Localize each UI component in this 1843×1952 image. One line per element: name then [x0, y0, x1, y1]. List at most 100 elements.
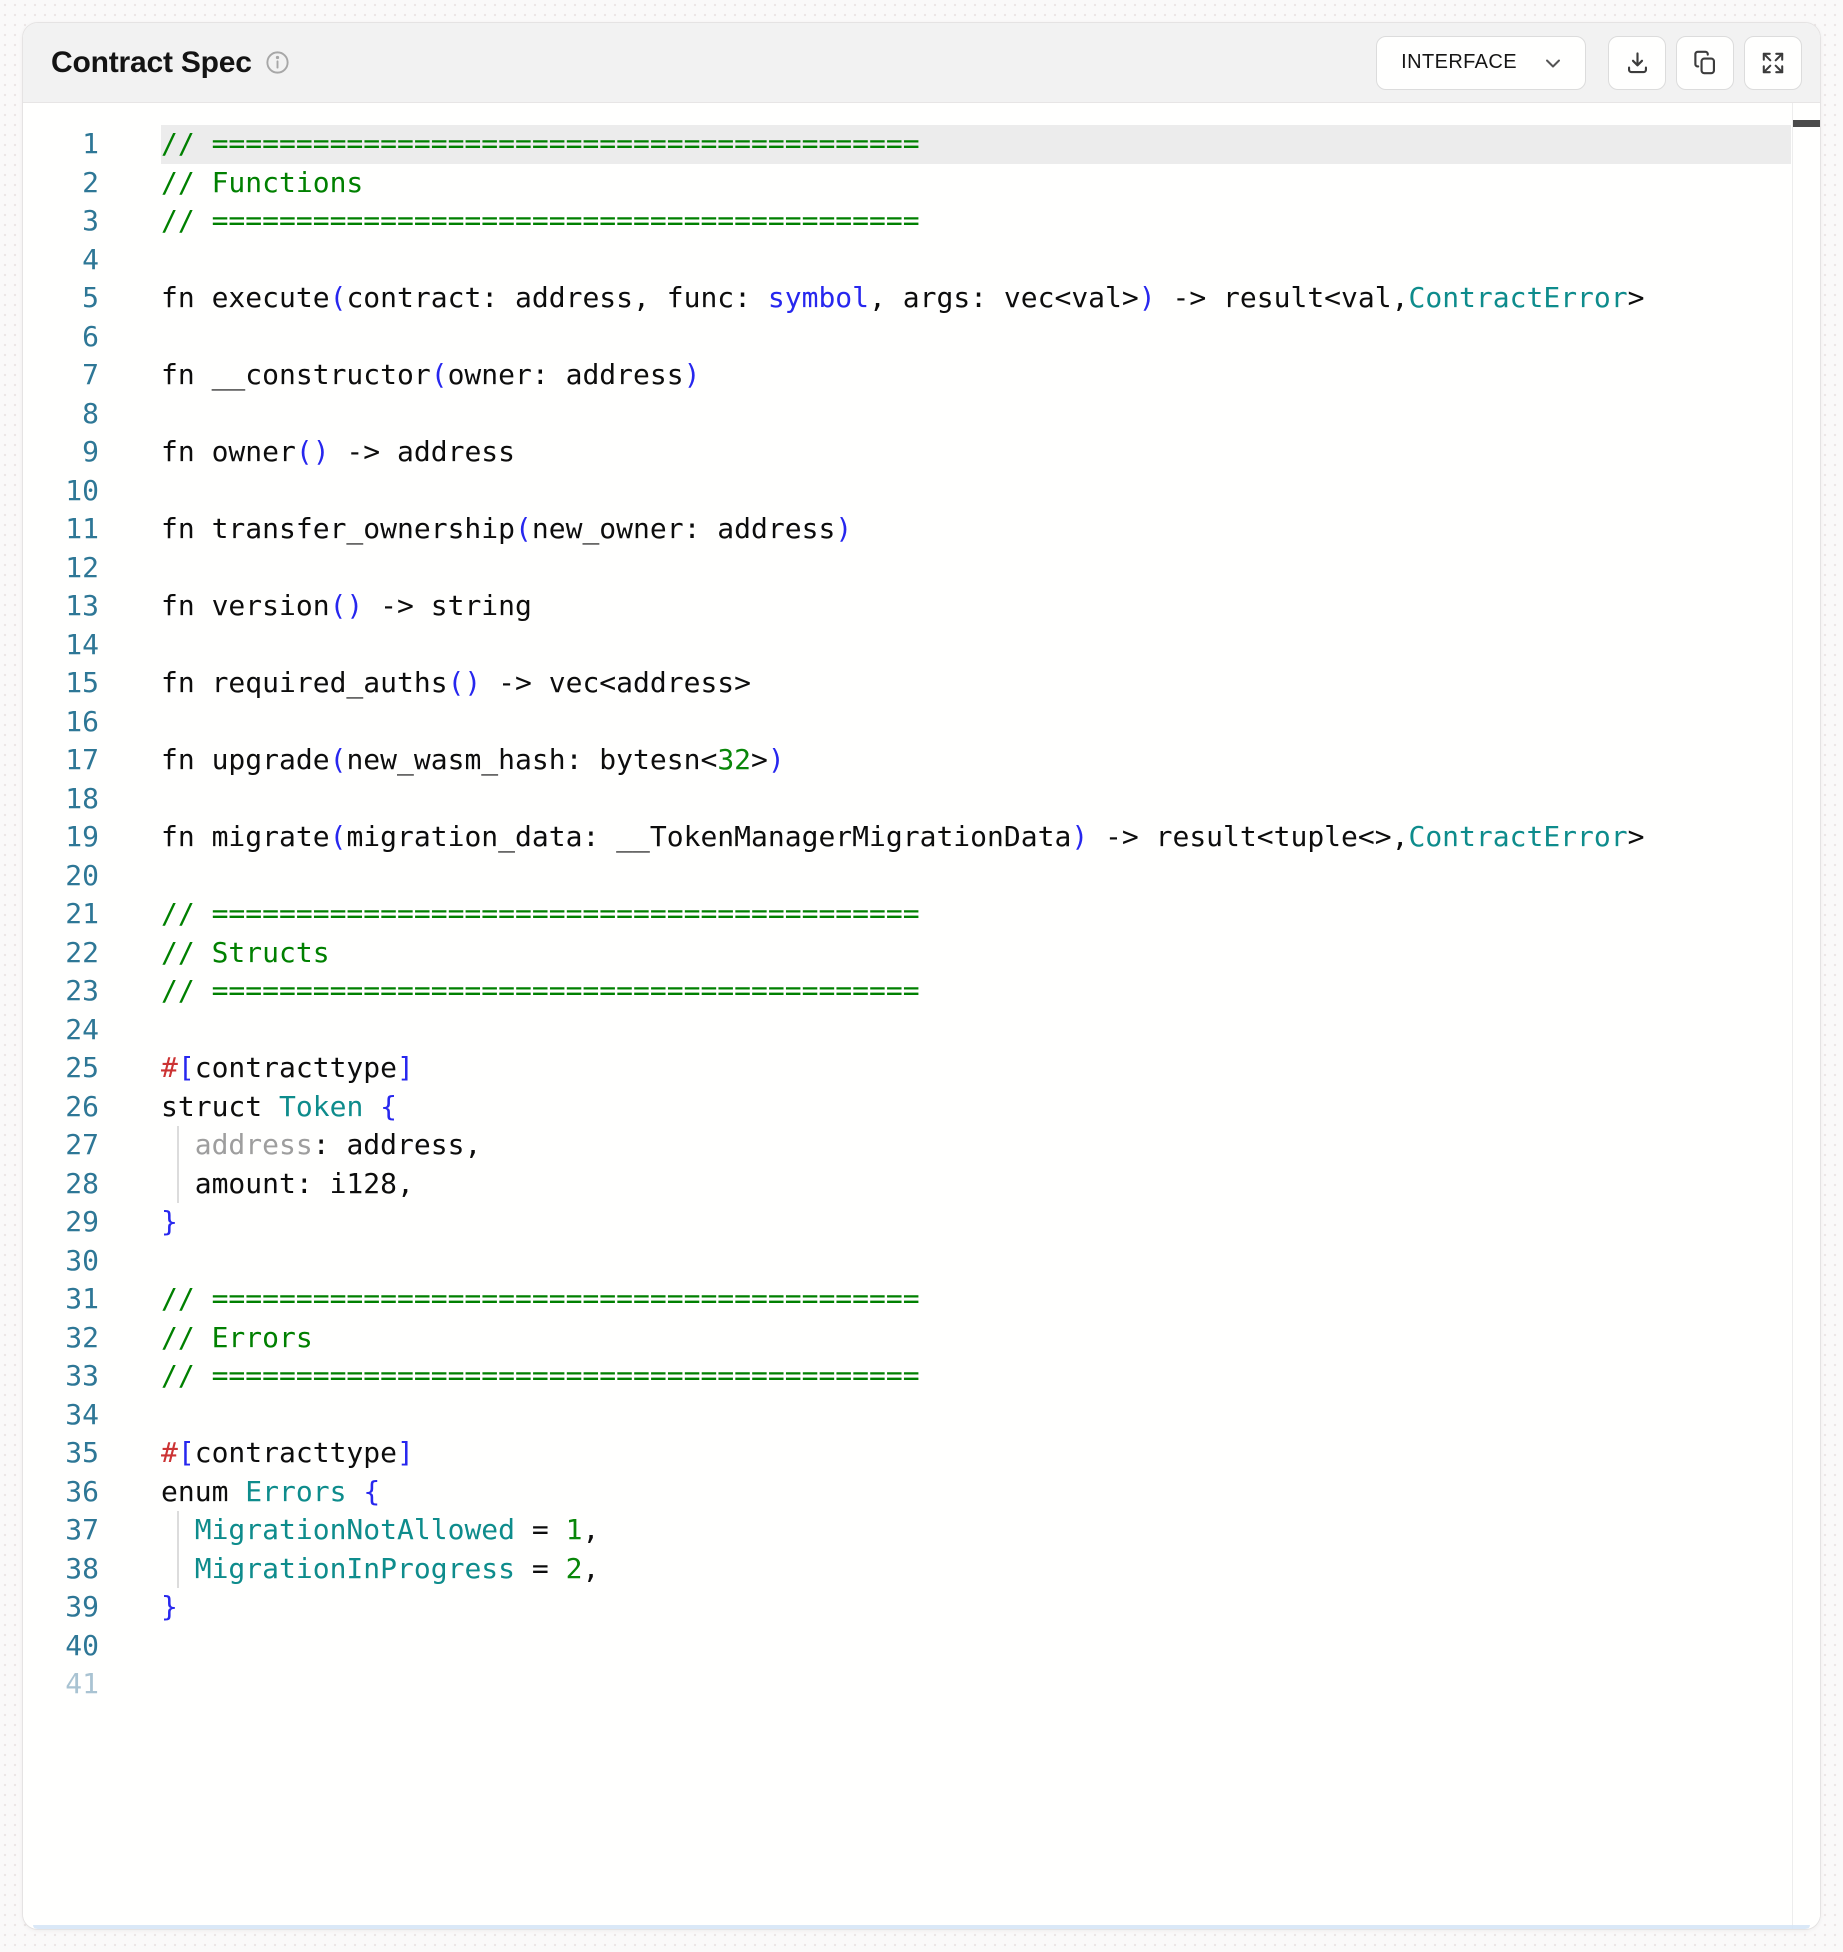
code-line: 30: [23, 1242, 1791, 1281]
code-text: // =====================================…: [99, 1357, 1791, 1396]
code-line: 5fn execute(contract: address, func: sym…: [23, 279, 1791, 318]
code-text: amount: i128,: [99, 1165, 1791, 1204]
line-number: 6: [23, 318, 99, 357]
code-text: fn execute(contract: address, func: symb…: [99, 279, 1791, 318]
line-number: 14: [23, 626, 99, 665]
code-text: fn version() -> string: [99, 587, 1791, 626]
line-number: 26: [23, 1088, 99, 1127]
line-number: 34: [23, 1396, 99, 1435]
code-text: [99, 626, 1791, 665]
code-line: 22// Structs: [23, 934, 1791, 973]
code-text: struct Token {: [99, 1088, 1791, 1127]
code-line: 8: [23, 395, 1791, 434]
panel-title: Contract Spec: [51, 46, 252, 80]
code-line: 32// Errors: [23, 1319, 1791, 1358]
code-text: [99, 1665, 1791, 1704]
code-line: 21// ===================================…: [23, 895, 1791, 934]
line-number: 31: [23, 1280, 99, 1319]
code-text: MigrationInProgress = 2,: [99, 1550, 1791, 1589]
code-text: MigrationNotAllowed = 1,: [99, 1511, 1791, 1550]
code-line: 26struct Token {: [23, 1088, 1791, 1127]
line-number: 30: [23, 1242, 99, 1281]
code-text: [99, 241, 1791, 280]
line-number: 32: [23, 1319, 99, 1358]
code-line: 38 MigrationInProgress = 2,: [23, 1550, 1791, 1589]
code-line: 20: [23, 857, 1791, 896]
code-text: [99, 1242, 1791, 1281]
code-text: fn __constructor(owner: address): [99, 356, 1791, 395]
code-line: 29}: [23, 1203, 1791, 1242]
code-line: 23// ===================================…: [23, 972, 1791, 1011]
line-number: 24: [23, 1011, 99, 1050]
code-text: [99, 1396, 1791, 1435]
interface-dropdown[interactable]: INTERFACE: [1376, 36, 1586, 90]
code-text: [99, 472, 1791, 511]
line-number: 5: [23, 279, 99, 318]
code-line: 4: [23, 241, 1791, 280]
fullscreen-icon: [1760, 50, 1786, 76]
scrollbar-track: [1792, 103, 1820, 1929]
line-number: 28: [23, 1165, 99, 1204]
code-text: #[contracttype]: [99, 1434, 1791, 1473]
line-number: 13: [23, 587, 99, 626]
code-line: 34: [23, 1396, 1791, 1435]
code-text: fn required_auths() -> vec<address>: [99, 664, 1791, 703]
line-number: 3: [23, 202, 99, 241]
download-button[interactable]: [1608, 36, 1666, 90]
code-line: 9fn owner() -> address: [23, 433, 1791, 472]
line-number: 10: [23, 472, 99, 511]
code-text: [99, 857, 1791, 896]
code-line: 11fn transfer_ownership(new_owner: addre…: [23, 510, 1791, 549]
code-text: enum Errors {: [99, 1473, 1791, 1512]
copy-icon: [1692, 49, 1719, 76]
line-number: 16: [23, 703, 99, 742]
code-text: // Structs: [99, 934, 1791, 973]
code-editor: 1// ====================================…: [23, 103, 1820, 1929]
line-number: 12: [23, 549, 99, 588]
line-number: 23: [23, 972, 99, 1011]
code-text: // =====================================…: [99, 1280, 1791, 1319]
code-text: address: address,: [99, 1126, 1791, 1165]
code-text: }: [99, 1203, 1791, 1242]
code-line: 31// ===================================…: [23, 1280, 1791, 1319]
panel-header: Contract Spec INTERFACE: [23, 23, 1820, 103]
code-line: 1// ====================================…: [23, 125, 1791, 164]
contract-spec-panel: Contract Spec INTERFACE: [22, 22, 1821, 1930]
code-text: // Functions: [99, 164, 1791, 203]
line-number: 7: [23, 356, 99, 395]
line-number: 38: [23, 1550, 99, 1589]
code-line: 6: [23, 318, 1791, 357]
line-number: 9: [23, 433, 99, 472]
code-line: 41: [23, 1665, 1791, 1704]
code-line: 24: [23, 1011, 1791, 1050]
line-number: 2: [23, 164, 99, 203]
line-number: 17: [23, 741, 99, 780]
line-number: 36: [23, 1473, 99, 1512]
line-number: 25: [23, 1049, 99, 1088]
code-text: // =====================================…: [99, 972, 1791, 1011]
code-text: // =====================================…: [99, 125, 1791, 164]
line-number: 20: [23, 857, 99, 896]
line-number: 39: [23, 1588, 99, 1627]
scrollbar-thumb[interactable]: [1793, 120, 1820, 127]
info-icon[interactable]: [264, 49, 291, 76]
code-text: fn migrate(migration_data: __TokenManage…: [99, 818, 1791, 857]
code-text: [99, 1627, 1791, 1666]
code-line: 3// ====================================…: [23, 202, 1791, 241]
fullscreen-button[interactable]: [1744, 36, 1802, 90]
line-number: 41: [23, 1665, 99, 1704]
copy-button[interactable]: [1676, 36, 1734, 90]
code-line: 7fn __constructor(owner: address): [23, 356, 1791, 395]
code-text: // Errors: [99, 1319, 1791, 1358]
code-line: 13fn version() -> string: [23, 587, 1791, 626]
code-line: 35#[contracttype]: [23, 1434, 1791, 1473]
line-number: 29: [23, 1203, 99, 1242]
code-line: 40: [23, 1627, 1791, 1666]
line-number: 35: [23, 1434, 99, 1473]
code-text: [99, 780, 1791, 819]
code-text: fn transfer_ownership(new_owner: address…: [99, 510, 1791, 549]
code-text: [99, 1011, 1791, 1050]
code-line: 39}: [23, 1588, 1791, 1627]
line-number: 8: [23, 395, 99, 434]
code-line: 37 MigrationNotAllowed = 1,: [23, 1511, 1791, 1550]
